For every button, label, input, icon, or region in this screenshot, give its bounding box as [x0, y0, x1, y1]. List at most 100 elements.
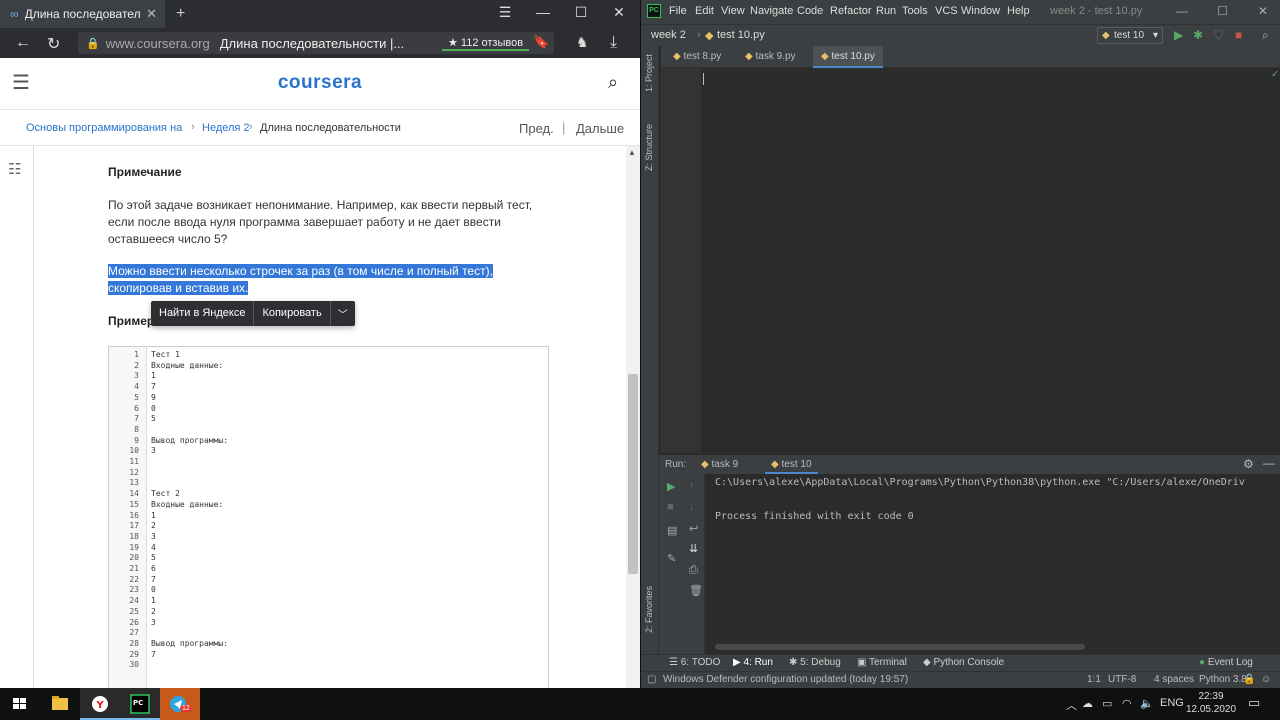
download-icon[interactable]: ⤓	[610, 34, 617, 52]
menu-view[interactable]: View	[721, 5, 745, 17]
menu-tools[interactable]: Tools	[902, 5, 928, 17]
tab-test-8[interactable]: ◆ test 8.py	[665, 46, 729, 68]
maximize-icon[interactable]: ☐	[1217, 4, 1228, 18]
selected-text[interactable]: Можно ввести несколько строчек за раз (в…	[108, 263, 538, 297]
settings-gear-icon[interactable]: ⚙	[1243, 457, 1254, 471]
scroll-up-icon[interactable]: ↑	[689, 480, 695, 492]
scroll-up-icon[interactable]: ▲	[628, 148, 636, 157]
python-console-tool-button[interactable]: ◆ Python Console	[923, 657, 1004, 668]
extension-icon[interactable]: ♞	[576, 34, 589, 51]
volume-icon[interactable]: 🔈	[1140, 697, 1154, 710]
status-position[interactable]: 1:1	[1087, 674, 1101, 685]
debug-tool-button[interactable]: ✱ 5: Debug	[789, 657, 841, 668]
menu-run[interactable]: Run	[876, 5, 896, 17]
scrollbar-thumb[interactable]	[628, 374, 638, 574]
prev-link[interactable]: Пред.	[519, 121, 554, 136]
structure-tool-tab[interactable]: Z: Structure	[644, 124, 654, 171]
system-clock[interactable]: 22:39 12.05.2020	[1180, 690, 1242, 716]
search-icon[interactable]: ⌕	[608, 72, 618, 93]
run-icon[interactable]: ▶	[1174, 28, 1183, 42]
menu-help[interactable]: Help	[1007, 5, 1030, 17]
yandex-browser-taskbar-button[interactable]: Y	[80, 688, 120, 720]
browser-tab[interactable]: ∞ Длина последовательн ✕	[0, 0, 165, 28]
console-hscrollbar[interactable]	[715, 644, 1085, 650]
nav-folder[interactable]: week 2	[651, 29, 686, 41]
menu-file[interactable]: File	[669, 5, 687, 17]
search-icon[interactable]: ⌕	[1262, 28, 1269, 43]
chevron-down-icon[interactable]: ﹀	[331, 306, 355, 321]
inspector-icon[interactable]: ☺	[1261, 674, 1271, 685]
reload-icon[interactable]: ↻	[47, 34, 60, 54]
debug-icon[interactable]: ✱	[1193, 28, 1203, 42]
hide-panel-icon[interactable]: —	[1263, 456, 1275, 470]
menu-vcs[interactable]: VCS	[935, 5, 958, 17]
status-encoding[interactable]: UTF-8	[1108, 674, 1136, 685]
nav-file[interactable]: test 10.py	[717, 29, 765, 41]
lock-icon[interactable]: 🔒	[1243, 674, 1255, 685]
file-explorer-taskbar-button[interactable]	[40, 688, 80, 720]
coverage-icon[interactable]: ⛉	[1214, 28, 1223, 43]
close-window-icon[interactable]: ✕	[609, 4, 629, 21]
tab-task-9[interactable]: ◆ task 9.py	[737, 46, 804, 68]
run-console[interactable]: C:\Users\alexe\AppData\Local\Programs\Py…	[705, 474, 1280, 654]
terminal-tool-button[interactable]: ▣ Terminal	[857, 657, 907, 668]
notifications-icon[interactable]: ▭	[1248, 695, 1260, 711]
page-scrollbar[interactable]: ▲	[626, 146, 640, 688]
menu-code[interactable]: Code	[797, 5, 823, 17]
close-window-icon[interactable]: ✕	[1258, 4, 1268, 18]
soft-wrap-icon[interactable]: ↩	[689, 522, 698, 535]
scroll-to-end-icon[interactable]: ⇊	[689, 542, 698, 555]
menu-refactor[interactable]: Refactor	[830, 5, 872, 17]
copy-button[interactable]: Копировать	[254, 301, 329, 326]
bookmark-icon[interactable]: 🔖	[533, 34, 549, 50]
next-link[interactable]: Дальше	[576, 121, 624, 136]
rerun-icon[interactable]: ▶	[667, 480, 675, 493]
telegram-taskbar-button[interactable]: 12	[160, 688, 200, 720]
status-toggle-icon[interactable]: ▢	[647, 674, 656, 685]
reviews-badge[interactable]: ★ 112 отзывов	[442, 35, 530, 51]
run-config-select[interactable]: ◆ test 10 ▾	[1097, 27, 1163, 44]
menu-icon[interactable]: ☰	[495, 4, 515, 21]
project-tool-tab[interactable]: 1: Project	[644, 54, 654, 92]
close-tab-icon[interactable]: ✕	[146, 6, 157, 22]
back-icon[interactable]: ←	[15, 34, 31, 52]
code-editor[interactable]: ✓	[661, 68, 1280, 453]
menu-window[interactable]: Window	[961, 5, 1000, 17]
status-interpreter[interactable]: Python 3.8	[1199, 674, 1247, 685]
breadcrumb-week[interactable]: Неделя 2	[202, 122, 250, 134]
run-tab-task-9[interactable]: ◆ task 9	[695, 455, 744, 474]
pycharm-taskbar-button[interactable]: PC	[120, 688, 160, 720]
run-tab-test-10[interactable]: ◆ test 10	[765, 455, 818, 474]
coursera-logo[interactable]: coursera	[0, 72, 640, 94]
minimize-icon[interactable]: —	[533, 4, 553, 20]
url-field[interactable]: 🔒 www.coursera.org Длина последовательно…	[78, 32, 554, 54]
favorites-tool-tab[interactable]: 2: Favorites	[644, 586, 654, 633]
wifi-icon[interactable]: ◠	[1122, 697, 1132, 710]
print-icon[interactable]: ⎙	[689, 564, 698, 577]
stop-icon[interactable]: ■	[1235, 28, 1242, 42]
status-indent[interactable]: 4 spaces	[1154, 674, 1194, 685]
breadcrumb-course[interactable]: Основы программирования на Pyth	[26, 122, 186, 134]
list-icon[interactable]: ☷	[8, 160, 21, 178]
minimize-icon[interactable]: —	[1176, 4, 1188, 18]
status-message[interactable]: Windows Defender configuration updated (…	[663, 674, 908, 685]
menu-navigate[interactable]: Navigate	[750, 5, 793, 17]
todo-tool-button[interactable]: ☰ 6: TODO	[669, 657, 720, 668]
maximize-icon[interactable]: ☐	[571, 4, 591, 21]
pin-icon[interactable]: ✎	[667, 552, 676, 565]
battery-icon[interactable]: ▭	[1102, 697, 1112, 710]
tray-expand-icon[interactable]: ︿	[1066, 697, 1077, 713]
run-panel-toolbar: ▶ ↑ ■ ↓ ▤ ↩ ⇊ ✎ ⎙ 🗑	[659, 474, 705, 654]
tab-test-10[interactable]: ◆ test 10.py	[813, 46, 883, 68]
onedrive-icon[interactable]: ☁	[1082, 697, 1093, 710]
event-log-button[interactable]: ● Event Log	[1199, 657, 1253, 668]
new-tab-icon[interactable]: +	[176, 5, 185, 23]
scroll-down-icon[interactable]: ↓	[689, 501, 695, 513]
start-button[interactable]	[0, 688, 38, 720]
run-tool-button[interactable]: ▶ 4: Run	[733, 657, 773, 668]
trash-icon[interactable]: 🗑	[689, 584, 703, 597]
layout-icon[interactable]: ▤	[667, 524, 677, 537]
find-in-yandex-button[interactable]: Найти в Яндексе	[151, 301, 253, 326]
stop-icon[interactable]: ■	[667, 501, 674, 513]
menu-edit[interactable]: Edit	[695, 5, 714, 17]
